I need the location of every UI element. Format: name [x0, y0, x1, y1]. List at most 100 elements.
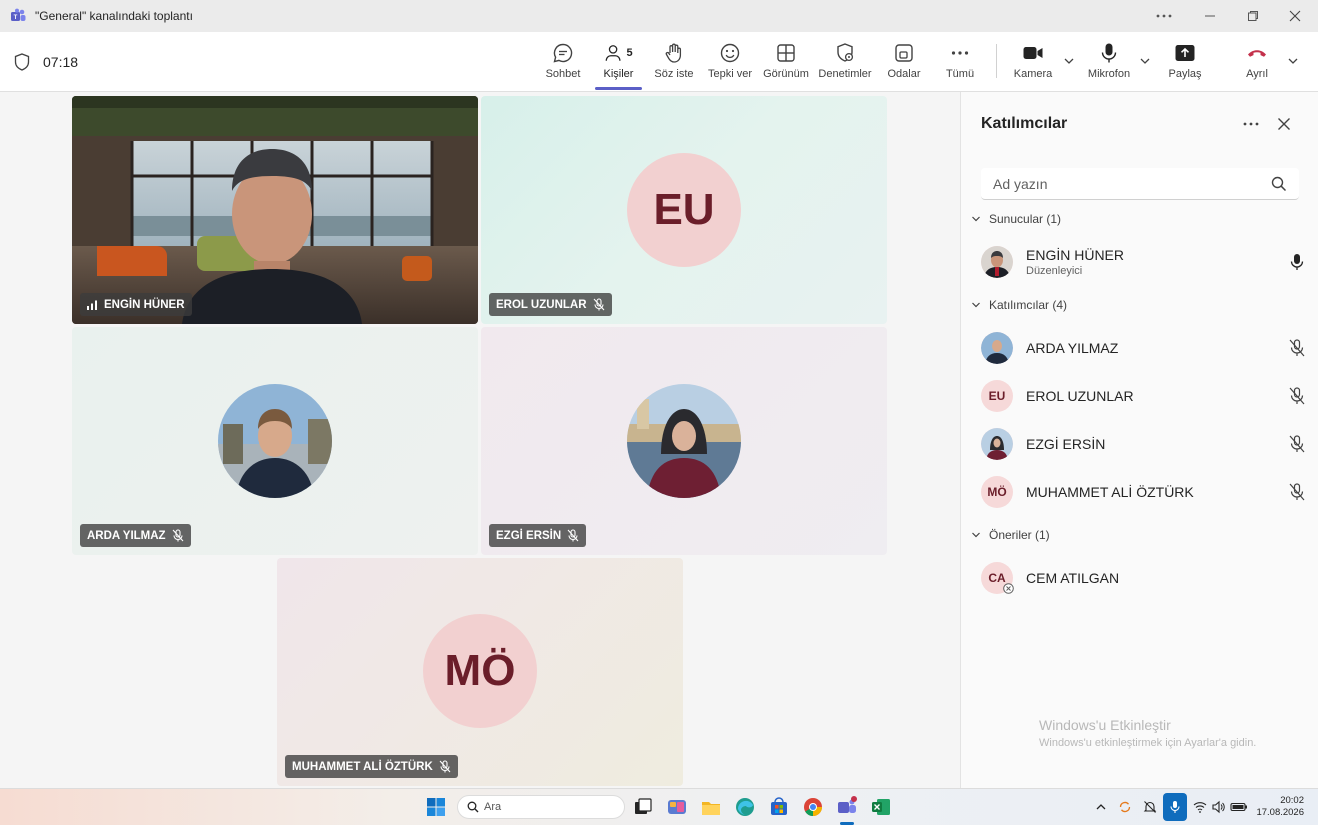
excel-icon[interactable] [870, 796, 892, 818]
windows-activation-watermark: Windows'u Etkinleştir Windows'u etkinleş… [1039, 717, 1256, 749]
video-tile-muhammet-ali-ozturk[interactable]: MÖ MUHAMMET ALİ ÖZTÜRK [277, 558, 683, 786]
microphone-muted-icon [1289, 339, 1305, 357]
participants-panel: Katılımcılar Sunucular (1) ENGİN HÜNER D… [960, 92, 1318, 788]
video-tile-ezgi-ersin[interactable]: EZGİ ERSİN [481, 327, 887, 555]
window-more-button[interactable] [1141, 0, 1187, 32]
participant-name-label: EZGİ ERSİN [489, 524, 587, 547]
participant-row-cem-atilgan[interactable]: CA CEM ATILGAN [981, 558, 1307, 598]
restore-icon [1248, 11, 1258, 21]
participant-name-label: MUHAMMET ALİ ÖZTÜRK [285, 755, 458, 778]
chevron-up-icon[interactable] [1094, 800, 1108, 814]
edge-browser-icon[interactable] [734, 796, 756, 818]
teams-app-icon: T [11, 8, 26, 21]
mic-in-use-indicator[interactable] [1163, 793, 1187, 821]
leave-options-chevron-icon[interactable] [1286, 54, 1300, 68]
camera-options-chevron-icon[interactable] [1062, 54, 1076, 68]
raise-hand-button[interactable]: Söz iste [652, 32, 696, 92]
minimize-button[interactable] [1187, 0, 1233, 32]
share-button[interactable]: Paylaş [1163, 32, 1207, 92]
avatar: EU [981, 380, 1013, 412]
participant-photo [627, 384, 741, 498]
more-actions-button[interactable]: Tümü [940, 32, 980, 92]
microphone-muted-icon [567, 529, 579, 542]
camera-label: Kamera [1013, 68, 1053, 80]
sync-icon[interactable] [1118, 800, 1132, 814]
presenters-section-toggle[interactable]: Sunucular (1) [971, 212, 1061, 226]
microphone-label: Mikrofon [1087, 68, 1131, 80]
search-icon [467, 801, 479, 813]
attendees-section-toggle[interactable]: Katılımcılar (4) [971, 298, 1067, 312]
react-label: Tepki ver [707, 68, 753, 80]
minimize-icon [1205, 15, 1215, 17]
avatar: MÖ [981, 476, 1013, 508]
video-tile-erol-uzunlar[interactable]: EU EROL UZUNLAR [481, 96, 887, 324]
microphone-icon [1101, 43, 1117, 63]
start-menu-icon[interactable] [425, 796, 447, 818]
section-label: Öneriler (1) [989, 528, 1050, 542]
volume-icon[interactable] [1211, 800, 1225, 814]
controls-button[interactable]: Denetimler [818, 32, 872, 92]
participant-name: CEM ATILGAN [1026, 570, 1120, 586]
participant-name: MUHAMMET ALİ ÖZTÜRK [1026, 484, 1194, 500]
people-icon [606, 45, 621, 61]
react-button[interactable]: Tepki ver [708, 32, 752, 92]
participant-name-label: ARDA YILMAZ [80, 524, 191, 547]
file-explorer-icon[interactable] [700, 796, 722, 818]
activation-title: Windows'u Etkinleştir [1039, 717, 1171, 733]
search-icon[interactable] [1271, 176, 1287, 192]
battery-icon[interactable] [1230, 800, 1248, 814]
microphone-button[interactable]: Mikrofon [1085, 32, 1133, 92]
wifi-icon[interactable] [1193, 800, 1207, 814]
participant-row-ezgi-ersin[interactable]: EZGİ ERSİN [981, 424, 1307, 464]
window-title: "General" kanalındaki toplantı [35, 9, 193, 23]
microphone-options-chevron-icon[interactable] [1138, 54, 1152, 68]
raise-hand-label: Söz iste [654, 68, 694, 80]
notifications-off-icon[interactable] [1143, 800, 1157, 814]
teams-taskbar-icon[interactable] [836, 796, 858, 818]
rooms-button[interactable]: Odalar [884, 32, 924, 92]
panel-more-icon[interactable] [1243, 122, 1259, 126]
leave-label: Ayrıl [1246, 68, 1268, 80]
taskbar-search[interactable]: Ara [457, 795, 625, 819]
participant-row-arda-yilmaz[interactable]: ARDA YILMAZ [981, 328, 1307, 368]
activation-subtitle: Windows'u etkinleştirmek için Ayarlar'a … [1039, 737, 1257, 749]
avatar: MÖ [423, 614, 537, 728]
leave-button[interactable]: Ayrıl [1236, 32, 1278, 92]
participant-name: ARDA YILMAZ [1026, 340, 1119, 356]
participant-name: EZGİ ERSİN [1026, 436, 1106, 452]
widgets-icon[interactable] [666, 796, 688, 818]
camera-button[interactable]: Kamera [1011, 32, 1055, 92]
grid-view-icon [777, 44, 795, 62]
chat-button[interactable]: Sohbet [541, 32, 585, 92]
restore-button[interactable] [1230, 0, 1276, 32]
shield-icon [14, 53, 30, 71]
suggestions-section-toggle[interactable]: Öneriler (1) [971, 528, 1050, 542]
close-panel-icon[interactable] [1277, 117, 1291, 131]
more-icon [1156, 14, 1172, 18]
task-view-icon[interactable] [632, 796, 654, 818]
participant-row-erol-uzunlar[interactable]: EU EROL UZUNLAR [981, 376, 1307, 416]
share-icon [1175, 45, 1195, 61]
participant-row-engin-huner[interactable]: ENGİN HÜNER Düzenleyici [981, 242, 1307, 282]
chrome-browser-icon[interactable] [802, 796, 824, 818]
video-tile-engin-huner[interactable]: ENGİN HÜNER [72, 96, 478, 324]
clock-date: 17.08.2026 [1256, 807, 1304, 818]
video-tile-arda-yilmaz[interactable]: ARDA YILMAZ [72, 327, 478, 555]
smiley-icon [720, 43, 740, 63]
active-tab-indicator [595, 87, 642, 90]
participant-name: ARDA YILMAZ [87, 529, 166, 542]
store-icon[interactable] [768, 796, 790, 818]
people-button[interactable]: 5 Kişiler [595, 32, 642, 92]
system-clock[interactable]: 20:02 17.08.2026 [1256, 795, 1304, 819]
search-input[interactable] [993, 174, 1253, 194]
search-placeholder: Ara [484, 801, 502, 813]
participant-name: EROL UZUNLAR [1026, 388, 1134, 404]
close-window-button[interactable] [1272, 0, 1318, 32]
people-count-badge: 5 [626, 47, 633, 59]
participant-row-muhammet-ali-ozturk[interactable]: MÖ MUHAMMET ALİ ÖZTÜRK [981, 472, 1307, 512]
microphone-muted-icon [593, 298, 604, 311]
view-button[interactable]: Görünüm [762, 32, 810, 92]
people-label: Kişiler [603, 68, 634, 80]
microphone-icon [1290, 254, 1304, 270]
avatar [981, 332, 1013, 364]
